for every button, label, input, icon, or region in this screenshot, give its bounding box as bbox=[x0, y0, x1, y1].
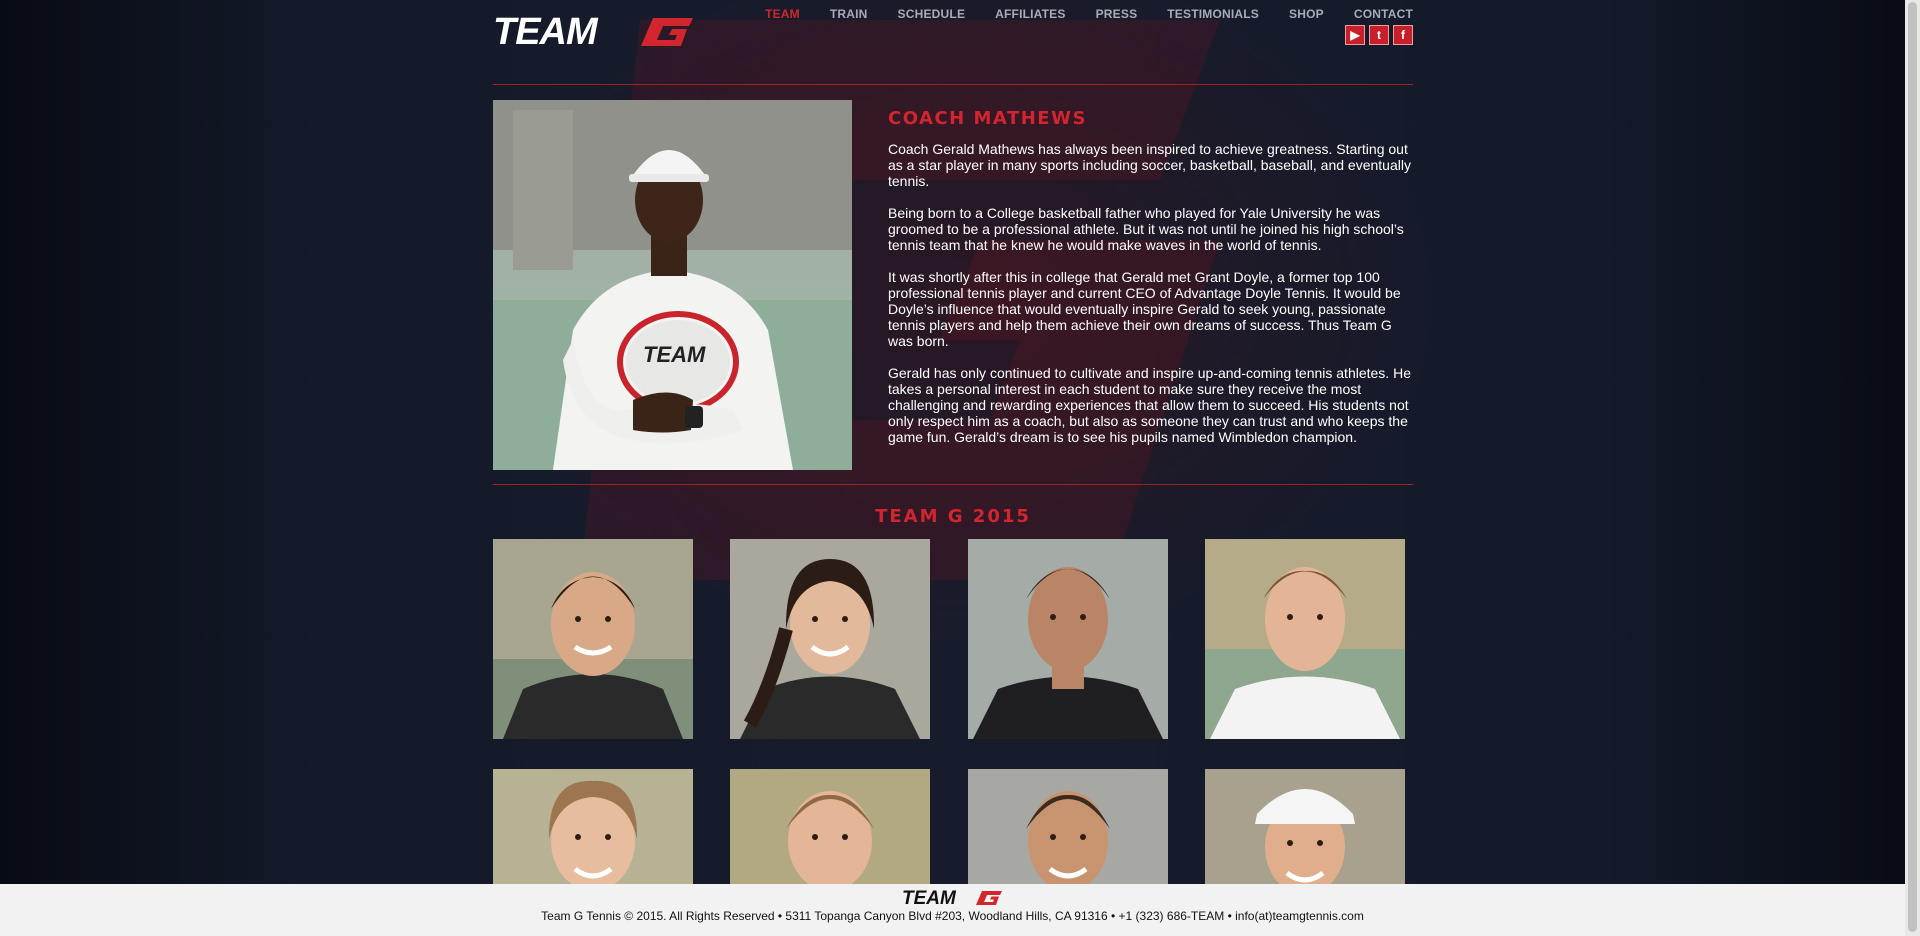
scrollbar[interactable] bbox=[1905, 0, 1920, 936]
scrollbar-thumb[interactable] bbox=[1908, 2, 1917, 932]
social-links: ▶ t f bbox=[1345, 25, 1413, 45]
coach-paragraph-2: Being born to a College basketball fathe… bbox=[888, 205, 1404, 253]
footer-text: Team G Tennis © 2015. All Rights Reserve… bbox=[541, 909, 1364, 923]
coach-bio: COACH MATHEWS Coach Gerald Mathews has a… bbox=[888, 108, 1418, 461]
youtube-icon[interactable]: ▶ bbox=[1345, 25, 1365, 45]
coach-paragraph-4: Gerald has only continued to cultivate a… bbox=[888, 365, 1411, 445]
main-nav: TEAM TRAIN SCHEDULE AFFILIATES PRESS TES… bbox=[735, 7, 1413, 21]
coach-title: COACH MATHEWS bbox=[888, 108, 1087, 129]
player-photo[interactable] bbox=[968, 539, 1168, 739]
coach-photo: TEAM bbox=[493, 100, 852, 470]
nav-team[interactable]: TEAM bbox=[765, 7, 800, 21]
coach-paragraph-1: Coach Gerald Mathews has always been ins… bbox=[888, 141, 1411, 189]
svg-text:TEAM: TEAM bbox=[493, 12, 599, 48]
coach-paragraph-3: It was shortly after this in college tha… bbox=[888, 269, 1401, 349]
footer-logo: TEAM bbox=[902, 888, 1002, 906]
nav-schedule[interactable]: SCHEDULE bbox=[898, 7, 966, 21]
section-divider bbox=[493, 484, 1413, 485]
player-photo[interactable] bbox=[730, 539, 930, 739]
facebook-icon[interactable]: f bbox=[1393, 25, 1413, 45]
team-g-logo[interactable]: TEAM bbox=[493, 12, 693, 48]
nav-affiliates[interactable]: AFFILIATES bbox=[995, 7, 1065, 21]
svg-text:TEAM: TEAM bbox=[902, 888, 957, 906]
nav-train[interactable]: TRAIN bbox=[830, 7, 868, 21]
player-photo[interactable] bbox=[493, 539, 693, 739]
nav-contact[interactable]: CONTACT bbox=[1354, 7, 1413, 21]
header-divider bbox=[493, 84, 1413, 85]
nav-press[interactable]: PRESS bbox=[1096, 7, 1138, 21]
player-photo[interactable] bbox=[1205, 539, 1405, 739]
svg-text:TEAM: TEAM bbox=[643, 342, 706, 367]
nav-shop[interactable]: SHOP bbox=[1289, 7, 1324, 21]
footer: TEAM Team G Tennis © 2015. All Rights Re… bbox=[0, 884, 1905, 936]
page-container: TEAM TEAM TRAIN SCHEDULE AFFILIATES PRES… bbox=[493, 0, 1413, 936]
team-section-title: TEAM G 2015 bbox=[875, 506, 1031, 527]
nav-testimonials[interactable]: TESTIMONIALS bbox=[1167, 7, 1259, 21]
twitter-icon[interactable]: t bbox=[1369, 25, 1389, 45]
